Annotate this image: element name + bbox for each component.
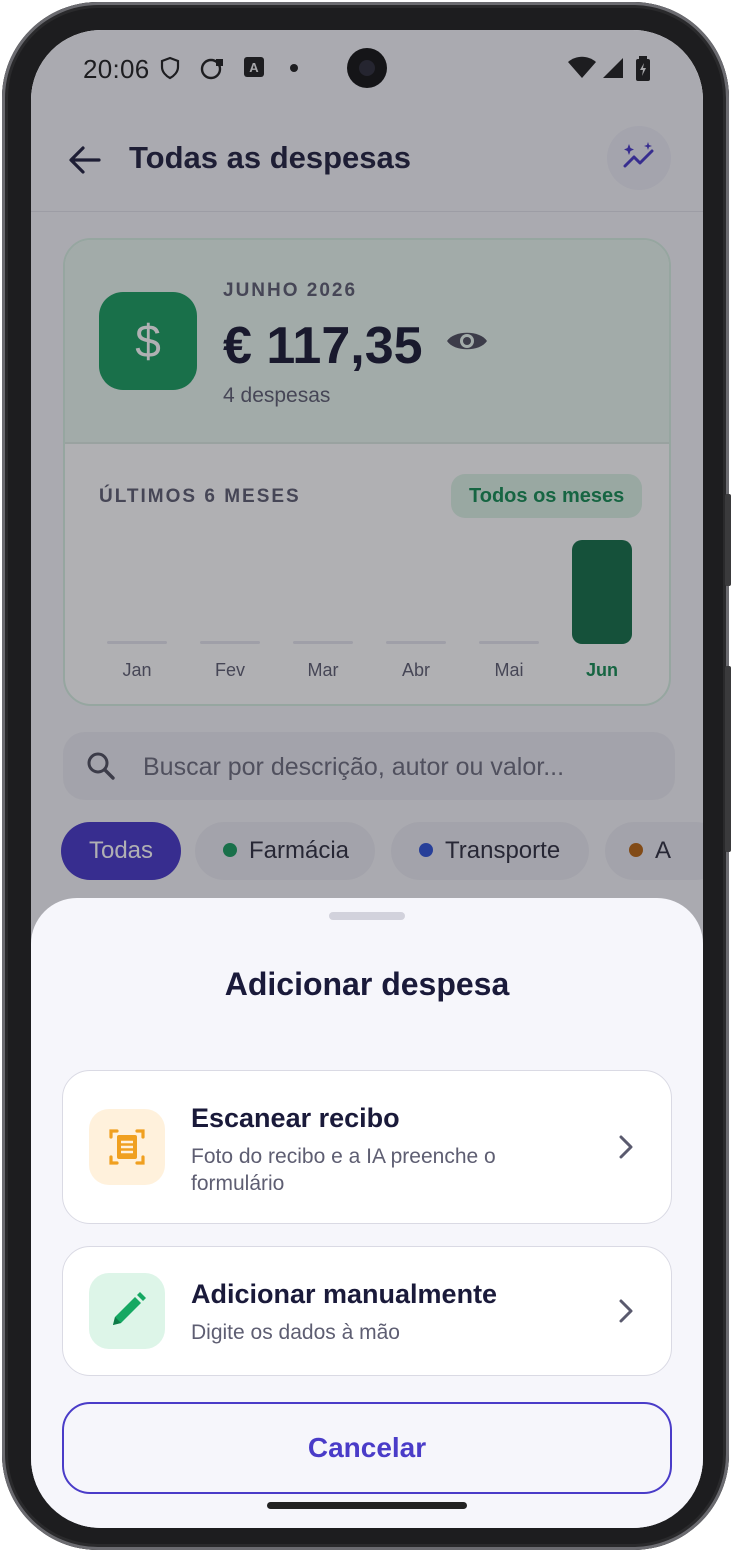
chevron-right-icon <box>615 1133 635 1166</box>
sheet-title: Adicionar despesa <box>224 966 510 1002</box>
side-button <box>725 666 731 852</box>
manual-entry-option[interactable]: Adicionar manualmente Digite os dados à … <box>62 1246 672 1376</box>
option-title: Adicionar manualmente <box>191 1279 498 1309</box>
chevron-right-icon <box>615 1297 635 1330</box>
screen: 20:06 A Todas as despesas $ JUNHO 2026 €… <box>31 30 703 1528</box>
receipt-scan-icon <box>89 1109 165 1185</box>
scan-receipt-option[interactable]: Escanear recibo Foto do recibo e a IA pr… <box>62 1070 672 1224</box>
add-expense-sheet: Adicionar despesa Escanear recibo Foto d… <box>31 898 703 1528</box>
option-subtitle: Digite os dados à mão <box>191 1321 400 1344</box>
option-subtitle: Foto do recibo e a IA preenche o formulá… <box>191 1145 496 1195</box>
home-indicator[interactable] <box>267 1502 467 1509</box>
phone-frame: 20:06 A Todas as despesas $ JUNHO 2026 €… <box>2 2 731 1550</box>
drag-handle[interactable] <box>329 912 405 920</box>
side-button <box>725 494 731 586</box>
option-title: Escanear recibo <box>191 1103 400 1133</box>
cancel-button[interactable]: Cancelar <box>62 1402 672 1494</box>
pencil-icon <box>89 1273 165 1349</box>
